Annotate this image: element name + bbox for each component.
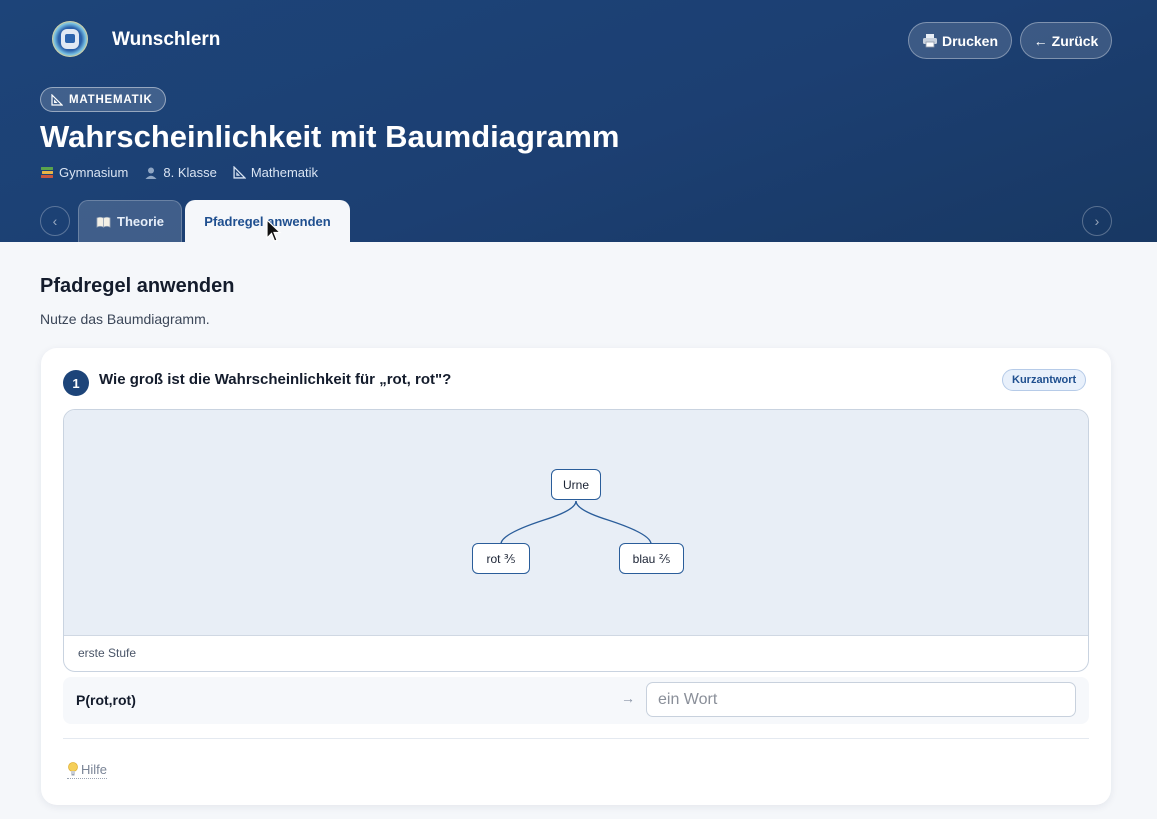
chevron-left-icon: ‹ [52, 213, 58, 229]
tab-theorie-label: Theorie [117, 214, 164, 229]
tree-diagram-figure: Urne rot ⅗ blau ⅖ erste Stufe [63, 409, 1089, 672]
section-title: Pfadregel anwenden [40, 275, 235, 297]
question-number: 1 [63, 370, 89, 396]
back-button[interactable]: ← Zurück [1020, 22, 1112, 59]
tree-node-root: Urne [551, 469, 601, 500]
print-button[interactable]: Drucken [908, 22, 1012, 59]
subject-badge: MATHEMATIK [40, 87, 166, 112]
meta-school-label: Gymnasium [59, 165, 129, 180]
meta-school: Gymnasium [40, 165, 128, 180]
tree-node-right: blau ⅖ [619, 543, 684, 574]
hint-label: Hilfe [81, 761, 108, 777]
edge-root-right [575, 500, 652, 545]
chevron-right-icon: › [1094, 213, 1100, 229]
books-icon [41, 167, 53, 178]
subject-badge-label: MATHEMATIK [69, 93, 153, 106]
section-subtitle: Nutze das Baumdiagramm. [40, 311, 210, 327]
figure-divider [64, 635, 1088, 636]
card-divider [63, 738, 1089, 739]
tabs-prev-button[interactable]: ‹ [40, 206, 70, 236]
printer-icon [922, 34, 937, 48]
question-card: 1 Wie groß ist die Wahrscheinlichkeit fü… [41, 348, 1111, 805]
book-icon [96, 216, 111, 228]
meta-grade-label: 8. Klasse [163, 165, 217, 180]
page-title: Wahrscheinlichkeit mit Baumdiagramm [40, 119, 620, 154]
answer-input[interactable] [646, 682, 1076, 717]
back-label: Zurück [1051, 32, 1099, 49]
tab-theorie[interactable]: Theorie [78, 200, 182, 242]
meta-subject-label: Mathematik [250, 165, 319, 180]
meta-info: Gymnasium 8. Klasse Mathematik [40, 165, 318, 180]
triangle-ruler-icon [51, 93, 63, 106]
hint-button[interactable]: Hilfe [67, 761, 108, 779]
app-title: Wunschlern [112, 29, 221, 50]
figure-caption: erste Stufe [78, 646, 137, 660]
arrow-right-icon: → [621, 690, 635, 706]
app-logo[interactable] [52, 21, 88, 57]
question-type-badge: Kurzantwort [1002, 369, 1087, 391]
arrow-left-icon: ← [1033, 32, 1048, 49]
meta-subject: Mathematik [233, 165, 318, 180]
tree-node-left: rot ⅗ [472, 543, 530, 574]
mouse-cursor-icon [266, 219, 282, 242]
question-text: Wie groß ist die Wahrscheinlichkeit für … [99, 371, 452, 388]
edge-root-left [500, 500, 577, 545]
meta-grade: 8. Klasse [144, 165, 217, 180]
lightbulb-icon [68, 762, 78, 776]
print-label: Drucken [941, 32, 999, 49]
page-header: Wunschlern Drucken ← Zurück MATHEMATIK W… [0, 0, 1157, 242]
tabs-next-button[interactable]: › [1082, 206, 1112, 236]
answer-row: P(rot,rot) → [63, 677, 1089, 724]
answer-label: P(rot,rot) [76, 692, 136, 708]
triangle-ruler-icon [233, 166, 246, 179]
person-icon [145, 167, 157, 179]
tree-edges [500, 500, 652, 545]
tree-diagram: Urne rot ⅗ blau ⅖ [64, 410, 1088, 635]
